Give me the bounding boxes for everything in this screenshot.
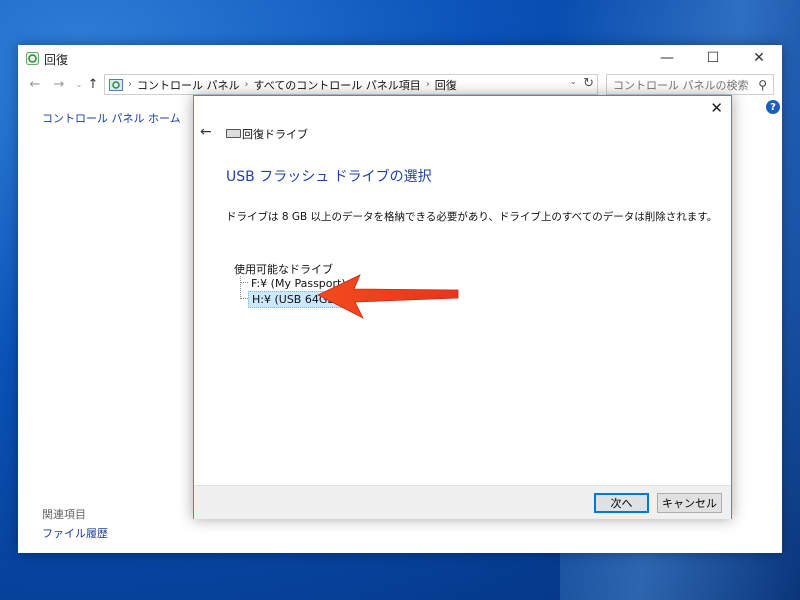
- annotation-arrow-icon: [317, 274, 459, 319]
- help-icon[interactable]: ?: [766, 100, 780, 114]
- next-button[interactable]: 次へ: [594, 493, 649, 513]
- dialog-heading: USB フラッシュ ドライブの選択: [226, 169, 432, 185]
- sidebar-link-file-history[interactable]: ファイル履歴: [42, 525, 108, 541]
- breadcrumb-separator-icon: ›: [128, 79, 132, 90]
- navigation-row: ← → ⌄ ↑ › コントロール パネル › すべてのコントロール パネル項目 …: [18, 71, 782, 97]
- dialog-description: ドライブは 8 GB 以上のデータを格納できる必要があり、ドライブ上のすべてのデ…: [226, 211, 718, 223]
- back-arrow-icon[interactable]: ←: [26, 75, 44, 93]
- breadcrumb-recovery[interactable]: 回復: [435, 77, 457, 93]
- dialog-footer: 次へ キャンセル: [194, 485, 731, 519]
- refresh-icon[interactable]: ↻: [583, 76, 594, 91]
- tree-connector-line: [240, 276, 241, 299]
- breadcrumb-separator-icon: ›: [425, 79, 430, 90]
- drive-icon: [226, 129, 241, 138]
- address-dropdown-chevron-icon[interactable]: ⌄: [569, 77, 577, 87]
- dialog-close-icon[interactable]: ✕: [710, 99, 723, 117]
- breadcrumb-control-panel[interactable]: コントロール パネル: [137, 77, 240, 93]
- breadcrumb-all-items[interactable]: すべてのコントロール パネル項目: [254, 77, 421, 93]
- recovery-app-icon: [26, 52, 39, 65]
- dialog-back-arrow-icon[interactable]: ←: [200, 124, 212, 140]
- window-title: 回復: [44, 53, 69, 67]
- maximize-button[interactable]: ☐: [690, 45, 736, 71]
- dialog-app-title: 回復ドライブ: [242, 128, 308, 141]
- minimize-button[interactable]: —: [644, 45, 690, 71]
- sidebar-link-control-panel-home[interactable]: コントロール パネル ホーム: [42, 110, 181, 126]
- address-bar[interactable]: › コントロール パネル › すべてのコントロール パネル項目 › 回復 ⌄ ↻: [104, 74, 598, 95]
- search-icon[interactable]: ⚲: [758, 78, 767, 92]
- close-window-button[interactable]: ✕: [736, 45, 782, 71]
- tree-connector-line: [240, 298, 248, 299]
- forward-arrow-icon[interactable]: →: [50, 75, 68, 93]
- control-panel-icon: [109, 78, 123, 91]
- tree-connector-line: [240, 282, 248, 283]
- window-titlebar[interactable]: 回復 — ☐ ✕: [18, 45, 782, 71]
- recovery-drive-dialog: ✕ ← 回復ドライブ USB フラッシュ ドライブの選択 ドライブは 8 GB …: [193, 95, 732, 519]
- breadcrumb-separator-icon: ›: [244, 79, 249, 90]
- up-arrow-icon[interactable]: ↑: [84, 75, 102, 93]
- search-input[interactable]: コントロール パネルの検索 ⚲: [606, 74, 774, 95]
- cancel-button[interactable]: キャンセル: [657, 493, 722, 513]
- search-placeholder: コントロール パネルの検索: [613, 78, 749, 92]
- related-items-heading: 関連項目: [42, 508, 86, 521]
